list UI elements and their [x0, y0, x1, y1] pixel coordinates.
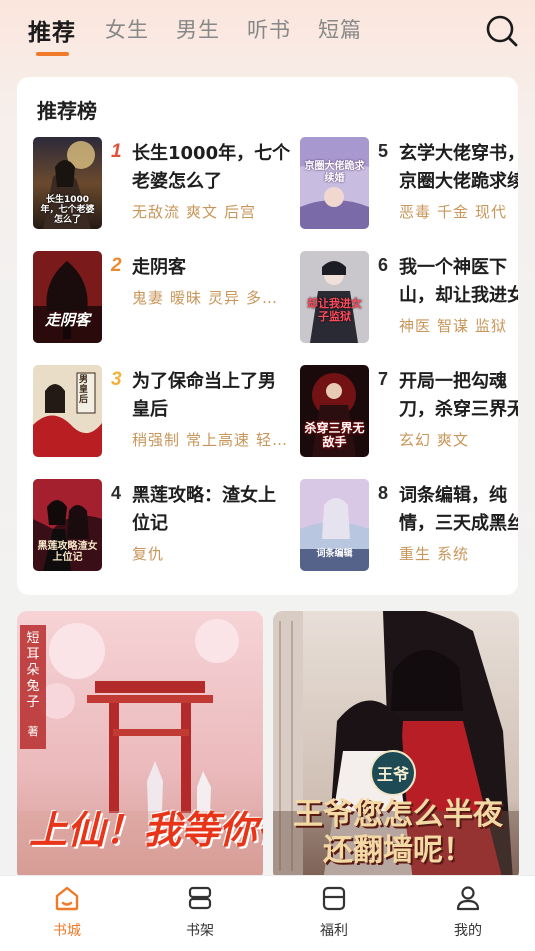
- book-tags: 神医 智谋 监狱: [399, 315, 518, 336]
- tag: 千金: [437, 203, 470, 221]
- tag: 暧昧: [170, 289, 203, 307]
- top-tab-bar: 推荐 女生 男生 听书 短篇: [0, 0, 535, 70]
- tab-female[interactable]: 女生: [105, 14, 149, 44]
- cover-title: 男皇后: [79, 375, 89, 405]
- banner-book-2[interactable]: 王爷 王爷您怎么半夜还翻墙呢！: [273, 611, 519, 881]
- tag: 轻…: [256, 431, 289, 449]
- book-title: 为了保命当上了男皇后: [132, 371, 276, 420]
- tag: 复仇: [132, 545, 165, 563]
- book-cover: 黑莲攻略渣女上位记: [33, 479, 102, 571]
- book-title: 开局一把勾魂刀，杀穿三界无敌手: [399, 371, 518, 420]
- tag: 无敌流: [132, 203, 181, 221]
- tag: 多…: [246, 289, 279, 307]
- gift-icon: [320, 884, 348, 912]
- tag: 智谋: [437, 317, 470, 335]
- banner-book-1[interactable]: 短耳朵兔子 著 上仙！我等你很久了: [17, 611, 263, 881]
- ranking-item-2[interactable]: 走阴客 2 走阴客 鬼妻 暧昧 灵异 多…: [33, 251, 283, 347]
- tag: 恶毒: [399, 203, 432, 221]
- book-cover: 长生1000年，七个老婆怎么了: [33, 137, 102, 229]
- ranking-item-3[interactable]: 男皇后 3 为了保命当上了男皇后 稍强制 常上高速 轻…: [33, 365, 287, 461]
- tag: 常上高速: [186, 431, 251, 449]
- nav-welfare[interactable]: 福利: [294, 876, 374, 951]
- tag: 后宫: [224, 203, 257, 221]
- rank-number: 6: [378, 255, 389, 275]
- cover-title: 京圈大佬跪求续婚: [304, 161, 365, 184]
- book-cover: 京圈大佬跪求续婚: [300, 137, 369, 229]
- nav-bookshelf[interactable]: 书架: [160, 876, 240, 951]
- cover-title: 走阴客: [44, 311, 90, 329]
- book-cover: 词条编辑: [300, 479, 369, 571]
- cover-title: 杀穿三界无敌手: [304, 421, 365, 449]
- rank-number: 7: [378, 369, 389, 389]
- user-icon: [454, 884, 482, 912]
- book-tags: 复仇: [132, 543, 292, 564]
- nav-label: 书架: [186, 923, 214, 939]
- rank-number: 2: [111, 255, 122, 276]
- tag: 监狱: [475, 317, 508, 335]
- nav-label: 书城: [53, 923, 81, 939]
- cover-title: 词条编辑: [316, 549, 353, 559]
- cover-title: 却让我进女子监狱: [307, 297, 362, 323]
- book-title: 黑莲攻略：渣女上位记: [132, 485, 276, 534]
- book-cover: 却让我进女子监狱: [300, 251, 369, 343]
- rank-number: 5: [378, 141, 389, 161]
- tag: 灵异: [208, 289, 241, 307]
- tag: 鬼妻: [132, 289, 165, 307]
- banner-title: 上仙！我等你很久了: [29, 808, 263, 852]
- banner-author: 短耳朵兔子: [26, 631, 40, 710]
- tag: 重生: [399, 545, 432, 563]
- book-tags: 无敌流 爽文 后宫: [132, 201, 292, 222]
- nav-label: 我的: [454, 923, 482, 939]
- cover-title: 长生1000年，七个老婆怎么了: [40, 195, 95, 225]
- tab-short[interactable]: 短篇: [318, 14, 362, 44]
- tab-recommend[interactable]: 推荐: [28, 13, 76, 47]
- tag: 系统: [437, 545, 470, 563]
- ranking-item-6[interactable]: 却让我进女子监狱 6 我一个神医下山，却让我进女子监狱 神医智谋监狱: [300, 251, 518, 347]
- tag: 稍强制: [132, 431, 181, 449]
- book-cover: 走阴客: [33, 251, 102, 343]
- tag: 爽文: [186, 203, 219, 221]
- ranking-item-7[interactable]: 杀穿三界无敌手 7 开局一把勾魂刀，杀穿三界无敌手 玄幻爽文: [300, 365, 518, 461]
- ranking-item-4[interactable]: 黑莲攻略渣女上位记 4 黑莲攻略：渣女上位记 复仇: [33, 479, 283, 575]
- ranking-item-5[interactable]: 京圈大佬跪求续婚 5 玄学大佬穿书，京圈大佬跪求续婚 恶毒千金现代: [300, 137, 518, 233]
- nav-label: 福利: [320, 923, 348, 939]
- rank-number: 1: [111, 141, 122, 162]
- tag: 玄幻: [399, 431, 432, 449]
- book-cover: 男皇后: [33, 365, 102, 457]
- book-tags: 重生 系统: [399, 543, 518, 564]
- book-title: 玄学大佬穿书，京圈大佬跪求续婚: [399, 143, 518, 192]
- rank-number: 4: [111, 483, 122, 503]
- book-cover: 杀穿三界无敌手: [300, 365, 369, 457]
- tag: 爽文: [437, 431, 470, 449]
- banner-author-suffix: 著: [27, 725, 39, 738]
- ranking-card: 推荐榜 长生1000年，七个老婆怎么了 1 长生1000年，七个老婆怎么了 无敌…: [17, 77, 518, 595]
- tab-audiobook[interactable]: 听书: [247, 14, 291, 44]
- book-title: 我一个神医下山，却让我进女子监狱: [399, 257, 518, 306]
- cover-title: 黑莲攻略渣女上位记: [37, 541, 98, 563]
- search-icon[interactable]: [484, 13, 520, 49]
- nav-bookstore[interactable]: 书城: [27, 876, 107, 951]
- rank-number: 8: [378, 483, 389, 503]
- bookshelf-icon: [186, 884, 214, 912]
- book-tags: 恶毒 千金 现代: [399, 201, 518, 222]
- banner-title: 王爷您怎么半夜还翻墙呢！: [293, 797, 503, 868]
- ranking-item-1[interactable]: 长生1000年，七个老婆怎么了 1 长生1000年，七个老婆怎么了 无敌流 爽文后…: [33, 137, 290, 233]
- tab-male[interactable]: 男生: [176, 14, 220, 44]
- book-tags: 稍强制 常上高速 轻…: [132, 429, 292, 450]
- ranking-item-8[interactable]: 词条编辑 8 词条编辑，纯情，三天成黑丝御姐 重生系统: [300, 479, 518, 575]
- book-title: 走阴客: [132, 257, 186, 278]
- tag: 神医: [399, 317, 432, 335]
- book-title: 长生1000年，七个老婆怎么了: [132, 143, 291, 192]
- rank-number: 3: [111, 369, 122, 390]
- ranking-title: 推荐榜: [37, 99, 97, 123]
- book-tags: 玄幻 爽文: [399, 429, 518, 450]
- book-tags: 鬼妻 暧昧 灵异 多…: [132, 287, 292, 308]
- nav-mine[interactable]: 我的: [428, 876, 508, 951]
- book-title: 词条编辑，纯情，三天成黑丝御姐: [399, 485, 518, 534]
- home-icon: [53, 884, 81, 912]
- bottom-nav: 书城 书架 福利 我的: [0, 875, 535, 951]
- active-tab-indicator: [36, 52, 69, 56]
- banner-badge: 王爷: [376, 765, 409, 784]
- tag: 现代: [475, 203, 508, 221]
